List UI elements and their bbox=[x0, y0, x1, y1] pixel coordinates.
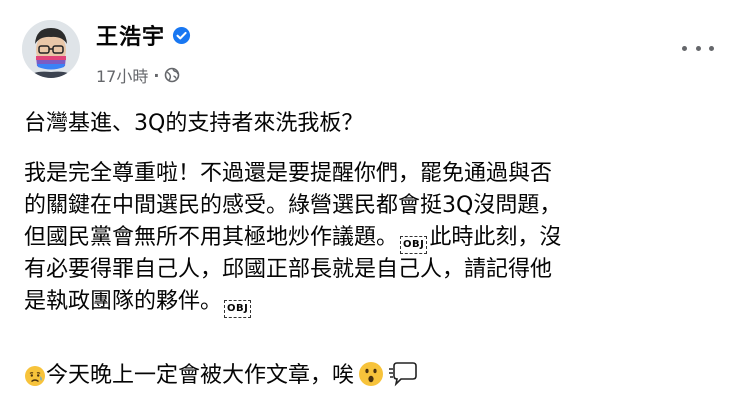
verified-badge-icon bbox=[172, 26, 191, 45]
post-timestamp[interactable]: 17小時 bbox=[96, 63, 148, 87]
author-row: 王浩宇 bbox=[96, 18, 191, 52]
paragraph-line: 但國民黨會無所不用其極地炒作議題。 OBJ 此時此刻，沒 bbox=[24, 222, 724, 254]
paragraph-fragment: 但國民黨會無所不用其極地炒作議題。 bbox=[24, 225, 399, 250]
sad-relieved-face-emoji bbox=[24, 365, 46, 397]
meta-separator: · bbox=[153, 65, 160, 85]
closing-text: 今天晚上一定會被大作文章，唉 bbox=[46, 363, 355, 388]
post-meta: 17小時 · bbox=[96, 64, 180, 86]
avatar[interactable] bbox=[22, 20, 80, 78]
author-name[interactable]: 王浩宇 bbox=[96, 19, 165, 51]
more-options-icon bbox=[709, 45, 714, 51]
object-replacement-marker: OBJ bbox=[400, 236, 428, 254]
post-closing: 今天晚上一定會被大作文章，唉 bbox=[24, 360, 724, 392]
facebook-post: 王浩宇 17小時 · 台灣基進、3Q的支持者來洗我板？ 我是完全尊重啦！不過還是… bbox=[0, 0, 749, 416]
paragraph-fragment: 是執政團隊的夥伴。 bbox=[24, 289, 223, 314]
speech-balloon-emoji bbox=[388, 361, 418, 397]
paragraph-line: 我是完全尊重啦！不過還是要提醒你們，罷免通過與否 bbox=[24, 161, 553, 186]
paragraph-line: 的關鍵在中間選民的感受。綠營選民都會挺3Q沒問題， bbox=[24, 193, 562, 218]
globe-icon[interactable] bbox=[164, 67, 180, 83]
post-headline: 台灣基進、3Q的支持者來洗我板？ bbox=[24, 108, 724, 140]
object-replacement-marker: OBJ bbox=[224, 300, 252, 318]
more-options-button[interactable] bbox=[682, 38, 714, 58]
hushed-face-emoji bbox=[358, 361, 384, 397]
paragraph-line: 是執政團隊的夥伴。 OBJ bbox=[24, 286, 724, 318]
more-options-icon bbox=[682, 45, 687, 51]
more-options-icon bbox=[695, 45, 701, 51]
paragraph-line: 有必要得罪自己人，邱國正部長就是自己人，請記得他 bbox=[24, 257, 553, 282]
avatar-portrait bbox=[22, 20, 80, 78]
paragraph-fragment: 此時此刻，沒 bbox=[429, 225, 562, 250]
headline-text: 台灣基進、3Q的支持者來洗我板？ bbox=[24, 111, 364, 136]
post-paragraph: 我是完全尊重啦！不過還是要提醒你們，罷免通過與否 的關鍵在中間選民的感受。綠營選… bbox=[24, 158, 724, 318]
closing-line: 今天晚上一定會被大作文章，唉 bbox=[24, 360, 724, 392]
